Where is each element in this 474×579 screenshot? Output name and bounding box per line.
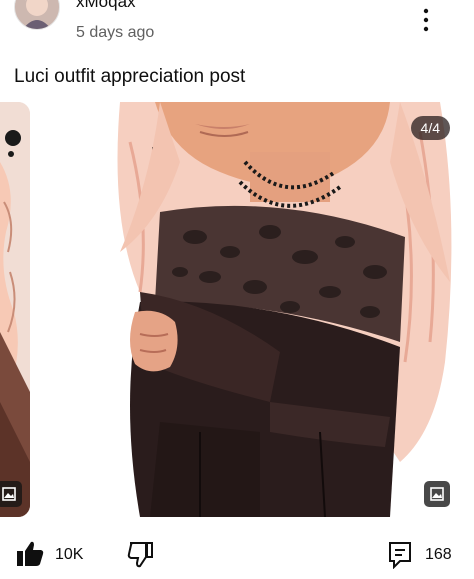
author-name[interactable]: xMoqax [76,0,136,12]
character-illustration [100,102,458,517]
carousel-current-image[interactable]: 4/4 [100,102,458,517]
more-vertical-icon[interactable] [418,6,434,34]
post-timestamp: 5 days ago [76,24,155,41]
carousel-previous-image[interactable] [0,102,30,517]
carousel-counter: 4/4 [410,116,450,140]
thumbs-down-icon[interactable] [126,538,156,570]
comment-icon[interactable] [386,539,414,570]
post-action-bar: 10K 168 [0,538,474,574]
thumbs-up-filled-icon[interactable] [14,538,46,570]
author-avatar[interactable] [14,0,60,30]
like-count: 10K [55,546,84,563]
image-icon [0,481,22,507]
post-text: Luci outfit appreciation post [14,66,246,87]
image-icon [424,481,450,507]
comment-count: 168 [425,546,452,563]
